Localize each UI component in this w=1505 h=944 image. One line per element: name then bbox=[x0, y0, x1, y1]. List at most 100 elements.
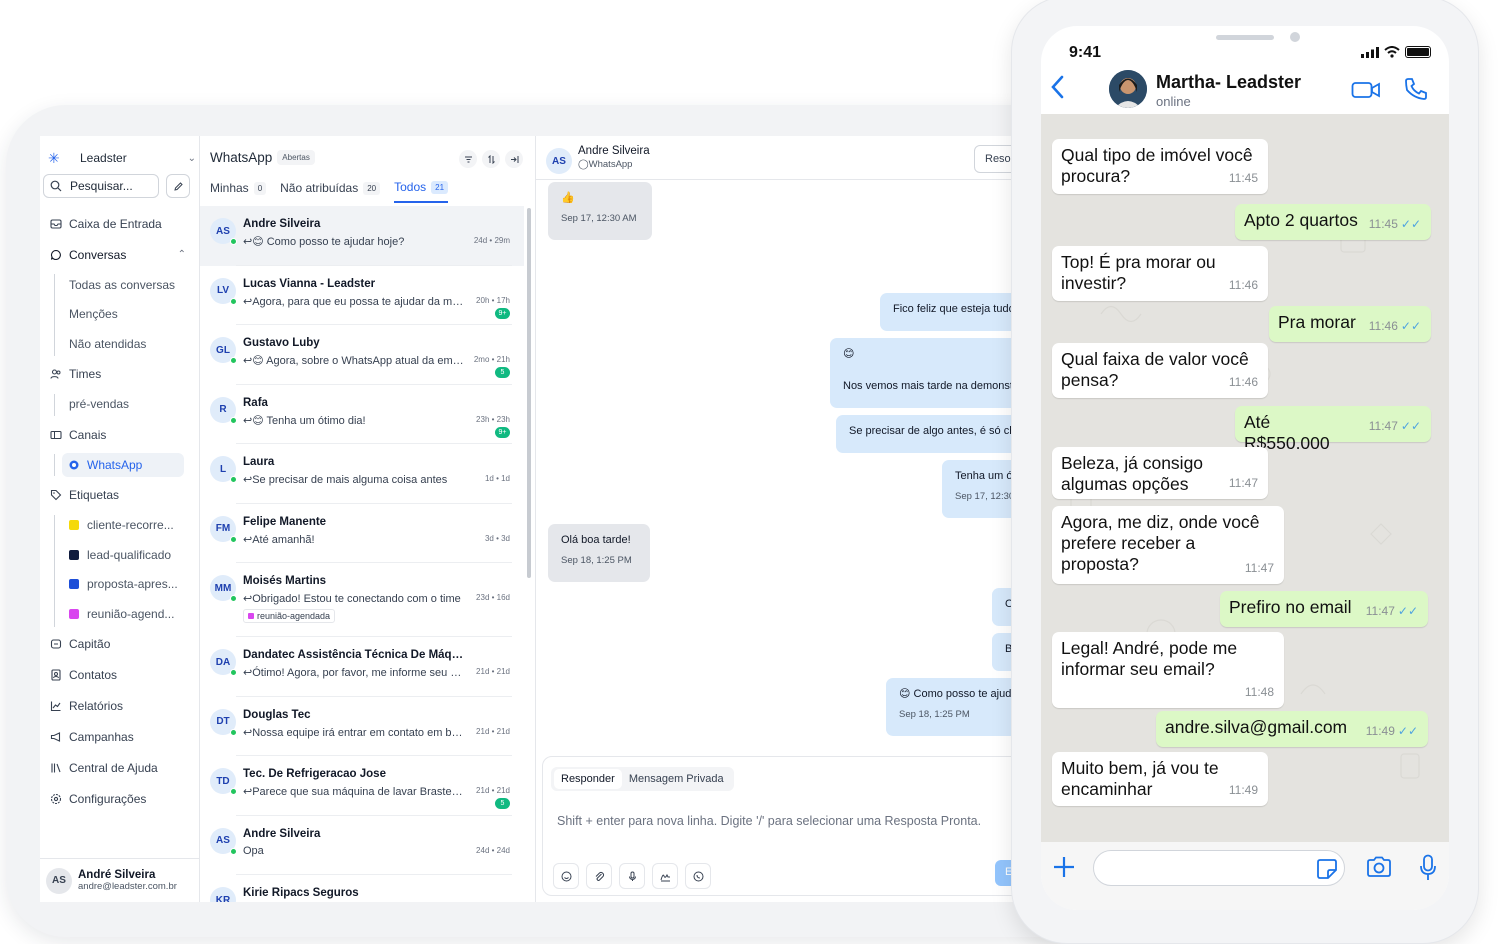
avatar: L bbox=[210, 456, 237, 483]
reply-tab[interactable]: Responder bbox=[554, 769, 622, 789]
conversation-name: Lucas Vianna - Leadster bbox=[243, 277, 376, 290]
conversation-meta: 24d • 29m bbox=[474, 236, 510, 245]
sidebar-item-conversations[interactable]: Conversas ⌃ bbox=[40, 239, 200, 270]
pencil-icon bbox=[173, 181, 183, 191]
online-dot bbox=[230, 535, 237, 543]
back-chevron-icon[interactable] bbox=[1049, 74, 1067, 100]
conversation-item[interactable]: KR Kirie Ripacs Seguros bbox=[200, 875, 524, 902]
conversation-time: 20h • 17h bbox=[476, 295, 510, 305]
online-dot bbox=[230, 847, 237, 855]
inbox-title: WhatsApp bbox=[210, 150, 273, 165]
sidebar-item-label: Central de Ajuda bbox=[69, 761, 158, 775]
conversation-meta: 3d • 3d bbox=[485, 534, 510, 543]
outgoing-message: Fico feliz que esteja tudo certo bbox=[880, 293, 1030, 331]
users-icon bbox=[50, 369, 61, 379]
contact-avatar[interactable] bbox=[1109, 70, 1147, 108]
sidebar-item-channels[interactable]: Canais bbox=[40, 419, 200, 450]
incoming-message: Olá boa tarde! Sep 18, 1:25 PM bbox=[548, 524, 650, 582]
sidebar-item-settings[interactable]: Configurações bbox=[40, 784, 200, 815]
outgoing-message: Se precisar de algo antes, é só chamar bbox=[836, 415, 1030, 453]
sidebar-item-all-conversations[interactable]: Todas as conversas bbox=[40, 270, 200, 300]
current-user[interactable]: AS André Silveira andre@leadster.com.br bbox=[40, 858, 200, 902]
sidebar-item-campaigns[interactable]: Campanhas bbox=[40, 722, 200, 753]
conversation-item[interactable]: DT Douglas Tec ↩Nossa equipe irá entrar em… bbox=[200, 697, 524, 756]
emoji-button[interactable] bbox=[553, 863, 579, 889]
tab-all[interactable]: Todos 21 bbox=[394, 180, 449, 203]
status-filter[interactable]: Abertas bbox=[277, 150, 315, 165]
sidebar-item-label: Relatórios bbox=[69, 699, 124, 713]
audio-button[interactable] bbox=[619, 863, 645, 889]
attach-button[interactable] bbox=[586, 863, 612, 889]
sidebar-item-reports[interactable]: Relatórios bbox=[40, 691, 200, 722]
leadster-logo-icon: ✳ bbox=[48, 150, 60, 166]
conversation-item[interactable]: MM Moisés Martins ↩Obrigado! Estou te cone… bbox=[200, 563, 524, 637]
conversation-time: 2mo • 21h bbox=[473, 355, 510, 364]
online-dot bbox=[230, 788, 237, 795]
conversation-preview: ↩Até amanhã! bbox=[243, 533, 315, 546]
sidebar-item-inbox[interactable]: Caixa de Entrada bbox=[40, 208, 200, 239]
sidebar-tag-item[interactable]: proposta-apres... bbox=[40, 570, 200, 600]
incoming-message: Beleza, já consigo algumas opções 11:47 bbox=[1052, 447, 1268, 499]
online-dot bbox=[230, 357, 237, 364]
sidebar-item-label: Menções bbox=[69, 307, 118, 322]
chevron-up-icon: ⌃ bbox=[177, 249, 186, 260]
sidebar-item-mentions[interactable]: Menções bbox=[40, 300, 200, 330]
sort-button[interactable] bbox=[482, 150, 500, 168]
signature-icon bbox=[660, 873, 670, 881]
conversation-tag: reunião-agendada bbox=[243, 609, 336, 623]
sidebar-tag-item[interactable]: cliente-recorre... bbox=[40, 511, 200, 541]
filter-button[interactable] bbox=[459, 150, 477, 168]
contact-avatar[interactable]: AS bbox=[546, 148, 572, 174]
whatsapp-text-input[interactable] bbox=[1093, 850, 1345, 886]
message-input[interactable]: Shift + enter para nova linha. Digite '/… bbox=[557, 814, 981, 828]
conversation-item[interactable]: L Laura ↩Se precisar de mais alguma coisa … bbox=[200, 444, 524, 504]
org-switcher[interactable]: ✳ Leadster ⌄ bbox=[48, 148, 196, 168]
conversation-item[interactable]: AS Andre Silveira Opa 24d • 24d bbox=[200, 816, 524, 875]
contact-name[interactable]: Martha- Leadster bbox=[1156, 72, 1301, 93]
conversation-item[interactable]: TD Tec. De Refrigeracao Jose ↩Parece que s… bbox=[200, 756, 524, 816]
compose-button[interactable] bbox=[166, 174, 190, 198]
phone-clock: 9:41 bbox=[1069, 44, 1102, 61]
conversation-item[interactable]: FM Felipe Manente ↩Até amanhã! 3d • 3d bbox=[200, 504, 524, 563]
org-name: Leadster bbox=[80, 151, 127, 165]
conversation-item[interactable]: DA Dandatec Assistência Técnica De Máquin… bbox=[200, 637, 524, 697]
camera-icon[interactable] bbox=[1366, 856, 1392, 878]
sidebar-item-help[interactable]: Central de Ajuda bbox=[40, 753, 200, 784]
sidebar-item-presales[interactable]: pré-vendas bbox=[40, 390, 200, 420]
conversation-item[interactable]: R Rafa ↩😊 Tenha um ótimo dia! 23h • 23h 9+ bbox=[200, 385, 524, 444]
outgoing-message: Apto 2 quartos 11:45 ✓✓ bbox=[1235, 204, 1431, 240]
sticker-icon[interactable] bbox=[1316, 858, 1338, 880]
collapse-button[interactable] bbox=[505, 150, 523, 168]
sidebar-tag-item[interactable]: reunião-agend... bbox=[40, 599, 200, 629]
sidebar-item-captain[interactable]: Capitão bbox=[40, 629, 200, 660]
search-input[interactable]: Pesquisar... bbox=[43, 174, 159, 198]
sidebar-item-unattended[interactable]: Não atendidas bbox=[40, 329, 200, 359]
tab-label: Minhas bbox=[210, 181, 249, 195]
tab-unassigned[interactable]: Não atribuídas 20 bbox=[280, 180, 381, 203]
sidebar-item-whatsapp[interactable]: WhatsApp bbox=[40, 450, 200, 480]
conversation-time: 1d • 1d bbox=[484, 474, 510, 483]
sidebar-item-labels[interactable]: Etiquetas bbox=[40, 480, 200, 511]
avatar: KR bbox=[210, 887, 236, 902]
contact-name[interactable]: Andre Silveira bbox=[578, 145, 650, 157]
message-time: 11:47 ✓✓ bbox=[1368, 419, 1421, 433]
plus-icon[interactable] bbox=[1051, 854, 1077, 880]
private-note-tab[interactable]: Mensagem Privada bbox=[622, 769, 731, 789]
conversation-item[interactable]: GL Gustavo Luby ↩😊 Agora, sobre o WhatsApp… bbox=[200, 325, 524, 385]
conversation-item[interactable]: AS Andre Silveira ↩😊 Como posso te ajudar … bbox=[200, 206, 524, 266]
sidebar-tag-item[interactable]: lead-qualificado bbox=[40, 540, 200, 570]
video-call-icon[interactable] bbox=[1351, 80, 1381, 100]
sidebar-item-contacts[interactable]: Contatos bbox=[40, 660, 200, 691]
avatar-photo-icon bbox=[1109, 70, 1147, 108]
tab-mine[interactable]: Minhas 0 bbox=[210, 180, 267, 203]
phone-call-icon[interactable] bbox=[1403, 76, 1429, 102]
message-text: Nos vemos mais tarde na demonstração bbox=[843, 380, 1030, 392]
list-scrollbar[interactable] bbox=[527, 208, 531, 578]
whatsapp-template-button[interactable] bbox=[685, 863, 711, 889]
tab-count: 21 bbox=[431, 180, 449, 194]
conversation-preview: ↩Ótimo! Agora, por favor, me informe seu… bbox=[243, 667, 465, 679]
microphone-icon[interactable] bbox=[1419, 854, 1437, 882]
conversation-item[interactable]: LV Lucas Vianna - Leadster ↩Agora, para qu… bbox=[200, 266, 524, 325]
sidebar-item-teams[interactable]: Times bbox=[40, 359, 200, 390]
signature-button[interactable] bbox=[652, 863, 678, 889]
